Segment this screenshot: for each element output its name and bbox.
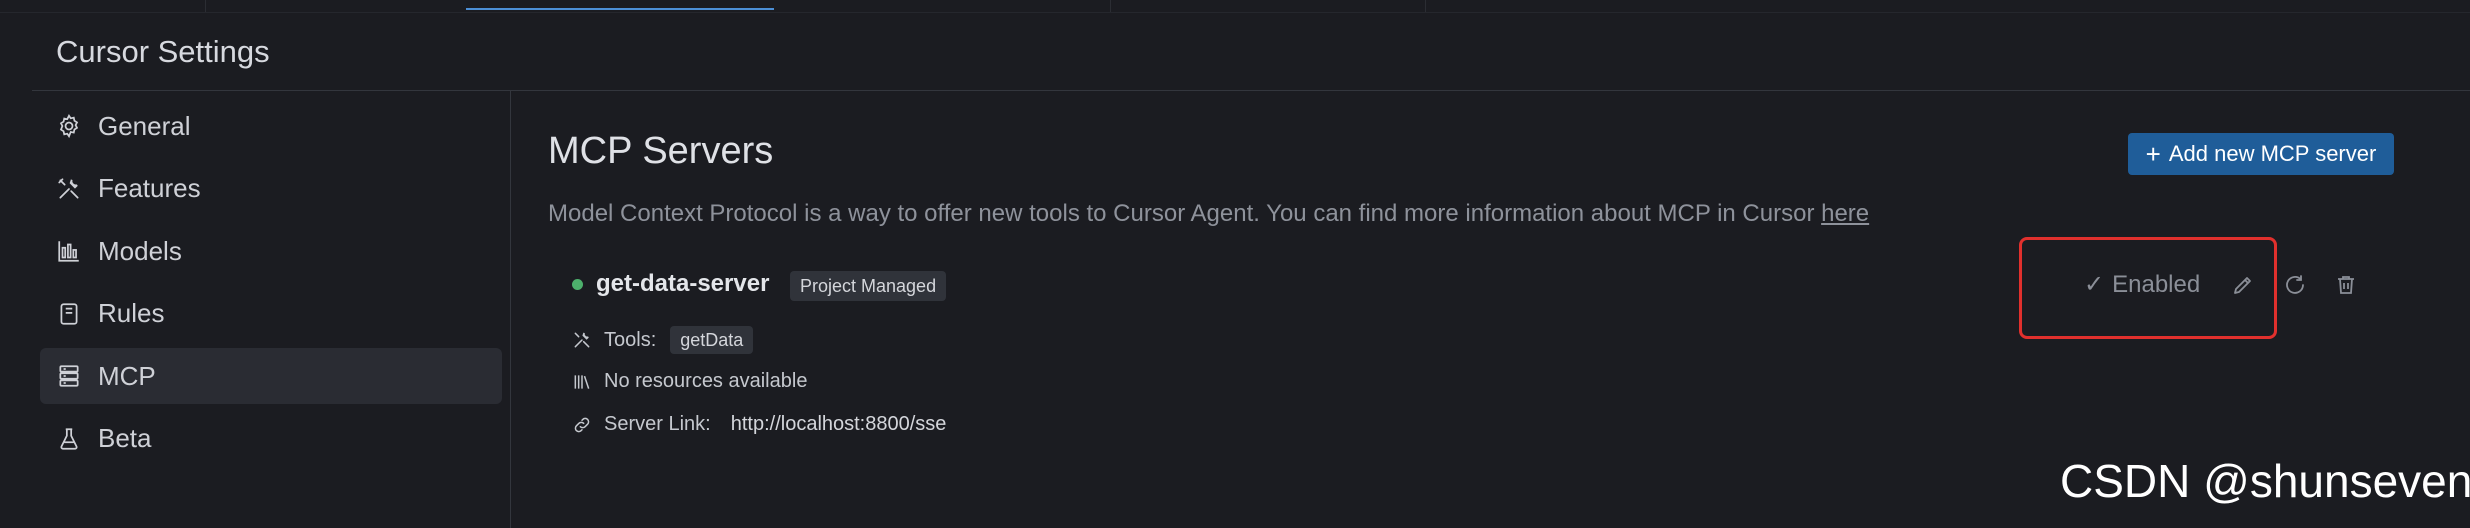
server-stack-icon xyxy=(56,363,82,389)
tools-label: Tools: xyxy=(604,328,657,351)
active-tab-indicator xyxy=(466,8,774,10)
sidebar-item-label: Models xyxy=(98,235,182,266)
sidebar-item-mcp[interactable]: MCP xyxy=(40,348,502,404)
page-title: Cursor Settings xyxy=(56,34,270,69)
add-mcp-server-label: Add new MCP server xyxy=(2168,141,2377,166)
bar-chart-icon xyxy=(56,238,82,264)
server-status-dot xyxy=(572,279,583,290)
header-divider xyxy=(32,90,2470,91)
sidebar-item-features[interactable]: Features xyxy=(40,161,502,217)
sidebar-item-beta[interactable]: Beta xyxy=(40,411,502,467)
link-icon xyxy=(572,415,592,435)
section-description: Model Context Protocol is a way to offer… xyxy=(548,200,1869,228)
annotation-highlight-box xyxy=(2019,237,2277,339)
sidebar-divider xyxy=(510,91,511,528)
server-link-label: Server Link: xyxy=(604,413,711,435)
flask-icon xyxy=(56,426,82,452)
server-tools-row: Tools: getData xyxy=(572,326,754,354)
server-name: get-data-server xyxy=(596,270,770,297)
server-link-row: Server Link: http://localhost:8800/sse xyxy=(572,413,946,436)
server-resources-row: No resources available xyxy=(572,370,807,393)
tool-chip: getData xyxy=(670,326,754,354)
project-managed-badge: Project Managed xyxy=(790,271,947,301)
gear-icon xyxy=(56,113,82,139)
plus-icon: + xyxy=(2145,139,2161,169)
sidebar-item-label: General xyxy=(98,110,191,141)
tab-separator xyxy=(1110,0,1111,12)
sidebar: General Features Models Rules MCP Beta xyxy=(40,98,502,473)
sidebar-item-rules[interactable]: Rules xyxy=(40,286,502,342)
delete-server-button[interactable] xyxy=(2333,272,2359,298)
sidebar-item-general[interactable]: General xyxy=(40,98,502,154)
tools-icon xyxy=(56,176,82,202)
resources-text: No resources available xyxy=(604,370,808,392)
server-link-value: http://localhost:8800/sse xyxy=(730,413,947,435)
sidebar-item-label: Rules xyxy=(98,298,165,328)
section-title: MCP Servers xyxy=(548,130,774,172)
settings-window: Cursor Settings General Features Models … xyxy=(0,0,2470,528)
more-info-link[interactable]: here xyxy=(1821,200,1869,227)
sidebar-item-models[interactable]: Models xyxy=(40,223,502,279)
book-icon xyxy=(56,301,82,327)
tab-strip xyxy=(0,0,2470,13)
sidebar-item-label: Features xyxy=(98,173,201,203)
sidebar-item-label: Beta xyxy=(98,423,152,453)
sidebar-item-label: MCP xyxy=(98,360,156,391)
tab-separator xyxy=(205,0,206,12)
tools-icon xyxy=(572,330,592,350)
description-text: Model Context Protocol is a way to offer… xyxy=(548,200,1822,227)
trash-icon xyxy=(2338,276,2354,294)
tab-separator xyxy=(1425,0,1426,12)
refresh-server-button[interactable] xyxy=(2282,272,2308,298)
add-mcp-server-button[interactable]: + Add new MCP server xyxy=(2128,133,2394,175)
refresh-icon xyxy=(2286,275,2304,294)
watermark: CSDN @shunseven xyxy=(2060,455,2470,507)
library-icon xyxy=(572,372,592,392)
